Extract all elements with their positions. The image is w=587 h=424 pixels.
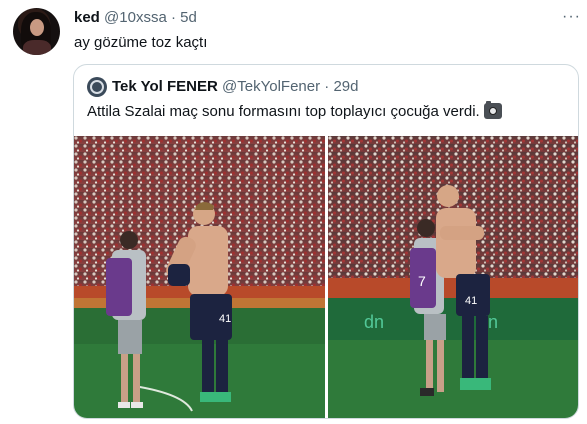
tweet[interactable]: ked @10xssa · 5d ··· ay gözüme toz kaçtı… bbox=[0, 0, 587, 424]
author-avatar[interactable] bbox=[13, 8, 60, 55]
kid-bib-number: 7 bbox=[418, 273, 426, 289]
tweet-header: ked @10xssa · 5d bbox=[74, 9, 197, 27]
tweet-photo-1[interactable]: 41 bbox=[74, 136, 325, 418]
quoted-author-avatar[interactable] bbox=[87, 77, 107, 97]
photo-2-image: dn dn 7 41 bbox=[328, 136, 578, 418]
quoted-author-name[interactable]: Tek Yol FENER bbox=[112, 78, 218, 95]
quoted-avatar-ring bbox=[90, 80, 104, 94]
avatar-face bbox=[30, 19, 44, 36]
tweet-photo-2[interactable]: dn dn 7 41 bbox=[328, 136, 578, 418]
quoted-separator-dot: · bbox=[324, 78, 330, 95]
quoted-tweet-time[interactable]: 29d bbox=[333, 78, 358, 95]
more-options-icon[interactable]: ··· bbox=[562, 8, 581, 26]
quoted-tweet[interactable]: Tek Yol FENER @TekYolFener · 29d Attila … bbox=[73, 64, 579, 419]
quoted-tweet-text: Attila Szalai maç sonu formasını top top… bbox=[87, 103, 480, 120]
tweet-time[interactable]: 5d bbox=[180, 9, 197, 26]
author-name[interactable]: ked bbox=[74, 9, 100, 26]
quoted-tweet-header: Tek Yol FENER @TekYolFener · 29d bbox=[112, 78, 358, 96]
avatar-shoulder bbox=[23, 40, 51, 55]
ad-board-logo-1: dn bbox=[364, 312, 384, 332]
player-2-shorts-number: 41 bbox=[465, 295, 477, 307]
quoted-tweet-text-line: Attila Szalai maç sonu formasını top top… bbox=[87, 101, 502, 121]
author-handle[interactable]: @10xssa bbox=[104, 9, 167, 26]
tweet-text: ay gözüme toz kaçtı bbox=[74, 34, 208, 51]
photo-1-image: 41 bbox=[74, 136, 325, 418]
separator-dot: · bbox=[170, 9, 176, 26]
camera-flash-icon bbox=[483, 101, 502, 119]
player-1-shorts-number: 41 bbox=[219, 313, 231, 325]
quoted-author-handle[interactable]: @TekYolFener bbox=[222, 78, 320, 95]
